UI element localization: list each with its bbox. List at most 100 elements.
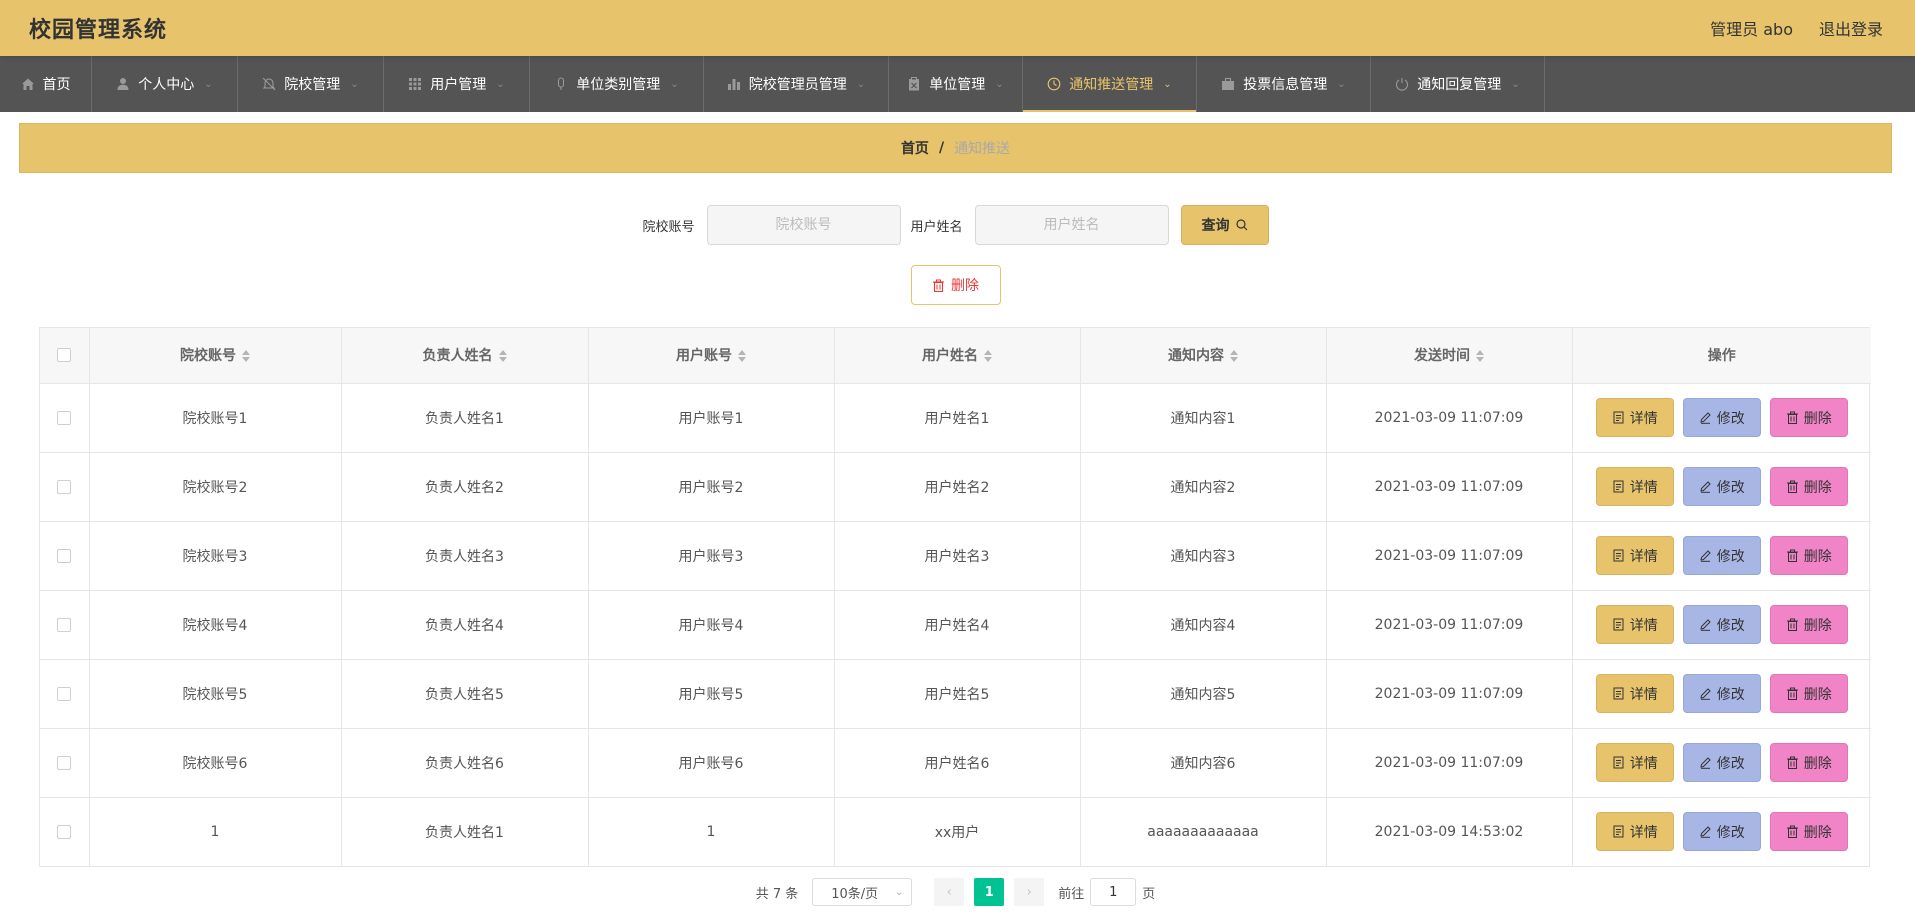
detail-button[interactable]: 详情	[1595, 467, 1674, 506]
col-notice-content[interactable]: 通知内容	[1080, 328, 1327, 384]
sort-icon[interactable]	[1476, 350, 1484, 363]
row-checkbox[interactable]	[57, 410, 72, 425]
current-user-label[interactable]: 管理员 abo	[1710, 16, 1793, 40]
edit-button[interactable]: 修改	[1682, 674, 1761, 713]
school-account-input[interactable]	[706, 205, 901, 245]
delete-button[interactable]: 删除	[1769, 812, 1848, 852]
row-select-cell	[40, 797, 90, 866]
query-button[interactable]: 查询	[1180, 205, 1269, 245]
nav-item-4[interactable]: 单位类别管理 ⌄	[530, 56, 704, 112]
detail-button-label: 详情	[1629, 617, 1658, 634]
header-actions: 管理员 abo 退出登录	[1710, 16, 1883, 40]
breadcrumb-home[interactable]: 首页	[901, 138, 929, 158]
cell-user-name: 用户姓名4	[834, 590, 1081, 660]
cell-send-time: 2021-03-09 14:53:02	[1326, 797, 1573, 866]
nav-item-3[interactable]: 用户管理 ⌄	[384, 56, 530, 112]
edit-button-label: 修改	[1716, 686, 1745, 703]
bar-chart-icon	[727, 77, 741, 91]
cell-manager-name: 负责人姓名1	[341, 797, 589, 866]
nav-item-6[interactable]: 单位管理 ⌄	[889, 56, 1023, 112]
detail-button[interactable]: 详情	[1595, 674, 1674, 713]
breadcrumb-separator: /	[938, 140, 945, 156]
cell-notice-content: 通知内容4	[1080, 590, 1327, 660]
table-header-row: 院校账号 负责人姓名 用户账号 用户姓名 通知内容 发送时间 操作	[40, 328, 1871, 384]
cell-manager-name: 负责人姓名1	[341, 383, 589, 453]
col-user-name[interactable]: 用户姓名	[834, 328, 1081, 384]
col-send-time[interactable]: 发送时间	[1326, 328, 1573, 384]
nav-item-1[interactable]: 个人中心 ⌄	[92, 56, 238, 112]
delete-button[interactable]: 删除	[1769, 743, 1848, 782]
delete-button[interactable]: 删除	[1769, 398, 1848, 437]
nav-item-0[interactable]: 首页	[0, 56, 92, 112]
sort-icon[interactable]	[1230, 350, 1238, 363]
delete-button[interactable]: 删除	[1769, 467, 1848, 506]
edit-button[interactable]: 修改	[1682, 743, 1761, 782]
row-checkbox[interactable]	[57, 824, 72, 839]
detail-button[interactable]: 详情	[1595, 605, 1674, 644]
cell-send-time: 2021-03-09 11:07:09	[1326, 521, 1573, 591]
search-icon	[1235, 219, 1247, 231]
edit-button[interactable]: 修改	[1682, 536, 1761, 575]
nav-item-5[interactable]: 院校管理员管理 ⌄	[704, 56, 889, 112]
top-header: 校园管理系统 管理员 abo 退出登录	[0, 0, 1915, 56]
edit-button[interactable]: 修改	[1682, 812, 1761, 852]
pencil-icon	[1699, 618, 1712, 631]
col-manager-name[interactable]: 负责人姓名	[341, 328, 589, 384]
edit-button[interactable]: 修改	[1682, 467, 1761, 506]
cell-user-name: 用户姓名2	[834, 452, 1081, 522]
row-actions: 详情 修改 删除	[1572, 452, 1871, 522]
sort-icon[interactable]	[242, 350, 250, 363]
edit-button[interactable]: 修改	[1682, 398, 1761, 437]
app-title: 校园管理系统	[29, 18, 168, 43]
select-all-checkbox[interactable]	[57, 348, 72, 363]
username-input[interactable]	[974, 205, 1169, 245]
row-checkbox[interactable]	[57, 755, 72, 770]
col-actions: 操作	[1572, 328, 1871, 384]
detail-button-label: 详情	[1629, 479, 1658, 496]
main-nav: 首页 个人中心 ⌄ 院校管理 ⌄ 用户管理 ⌄ 单位类别管理 ⌄ 院校管理员管理 ⌄ 单位管理 ⌄ 通知推…	[0, 56, 1915, 112]
row-checkbox[interactable]	[57, 548, 72, 563]
nav-item-7[interactable]: 通知推送管理 ⌄	[1023, 56, 1197, 112]
cell-notice-content: 通知内容1	[1080, 383, 1327, 453]
detail-button[interactable]: 详情	[1595, 398, 1674, 437]
edit-button[interactable]: 修改	[1682, 605, 1761, 644]
sort-icon[interactable]	[738, 350, 746, 363]
delete-button[interactable]: 删除	[1769, 605, 1848, 644]
nav-item-2[interactable]: 院校管理 ⌄	[238, 56, 384, 112]
cell-manager-name: 负责人姓名5	[341, 659, 589, 729]
select-all-cell	[40, 328, 90, 384]
document-icon	[1612, 825, 1625, 838]
detail-button[interactable]: 详情	[1595, 812, 1674, 852]
page-number-1[interactable]: 1	[974, 878, 1005, 906]
col-school-account[interactable]: 院校账号	[89, 328, 342, 384]
page-size-select[interactable]: 10条/页 ⌄	[812, 878, 913, 906]
bulk-delete-button[interactable]: 删除	[910, 265, 1001, 305]
chevron-down-icon: ⌄	[995, 78, 1004, 90]
sort-icon[interactable]	[984, 350, 992, 363]
nav-item-9[interactable]: 通知回复管理 ⌄	[1371, 56, 1545, 112]
delete-button-label: 删除	[1803, 824, 1832, 841]
row-checkbox[interactable]	[57, 617, 72, 632]
delete-button[interactable]: 删除	[1769, 674, 1848, 713]
detail-button[interactable]: 详情	[1595, 536, 1674, 575]
edit-button-label: 修改	[1716, 755, 1745, 772]
goto-page-input[interactable]	[1090, 878, 1137, 906]
next-page-button[interactable]: ›	[1014, 878, 1045, 906]
nav-item-8[interactable]: 投票信息管理 ⌄	[1197, 56, 1371, 112]
table-row: 院校账号2 负责人姓名2 用户账号2 用户姓名2 通知内容2 2021-03-09 11:…	[40, 452, 1871, 522]
user-icon	[116, 77, 130, 91]
row-checkbox[interactable]	[57, 479, 72, 494]
prev-page-button[interactable]: ‹	[934, 878, 965, 906]
col-user-account[interactable]: 用户账号	[588, 328, 835, 384]
detail-button[interactable]: 详情	[1595, 743, 1674, 782]
logout-link[interactable]: 退出登录	[1819, 16, 1883, 40]
delete-button-label: 删除	[1803, 548, 1832, 565]
row-checkbox[interactable]	[57, 686, 72, 701]
row-select-cell	[40, 452, 90, 522]
briefcase-icon	[1221, 77, 1235, 91]
row-actions: 详情 修改 删除	[1572, 521, 1871, 591]
sort-icon[interactable]	[498, 350, 507, 363]
cell-user-account: 用户账号5	[588, 659, 835, 729]
nav-item-label: 通知回复管理	[1417, 77, 1502, 93]
delete-button[interactable]: 删除	[1769, 536, 1848, 575]
